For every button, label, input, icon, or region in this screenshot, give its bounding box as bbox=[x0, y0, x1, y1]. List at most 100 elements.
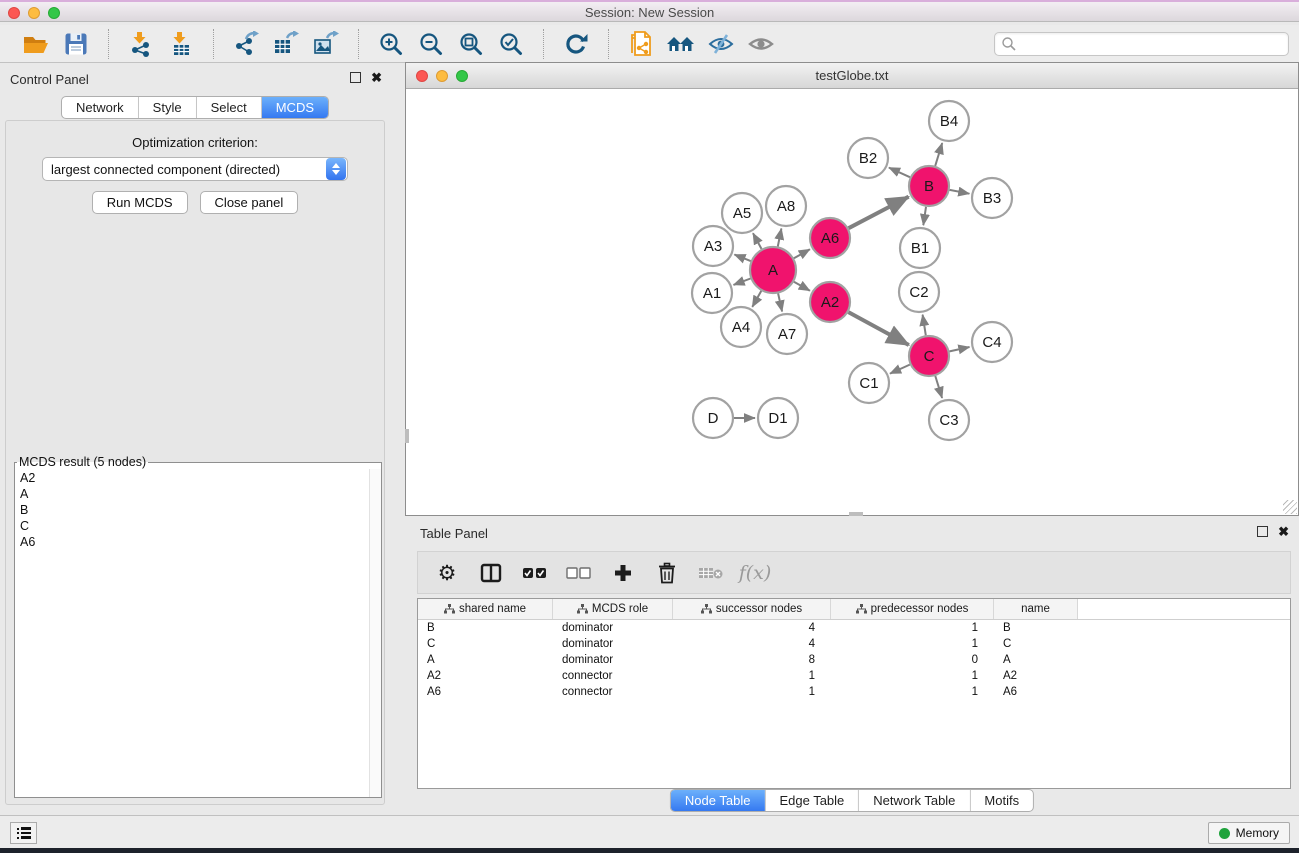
table-cell[interactable]: 1 bbox=[831, 686, 994, 698]
node-B3[interactable]: B3 bbox=[972, 178, 1012, 218]
node-A8[interactable]: A8 bbox=[766, 186, 806, 226]
table-cell[interactable]: B bbox=[418, 622, 553, 634]
node-table[interactable]: shared nameMCDS rolesuccessor nodesprede… bbox=[417, 598, 1291, 789]
column-header-name[interactable]: name bbox=[994, 599, 1078, 619]
edge-A-A1[interactable] bbox=[734, 279, 751, 285]
delete-column-button[interactable] bbox=[650, 556, 684, 590]
tab-edge-table[interactable]: Edge Table bbox=[764, 790, 858, 811]
network-from-selection-button[interactable] bbox=[621, 28, 661, 60]
table-cell[interactable]: C bbox=[994, 638, 1078, 650]
float-table-panel-button[interactable] bbox=[1257, 526, 1268, 537]
edge-A-A4[interactable] bbox=[752, 291, 761, 307]
tab-node-table[interactable]: Node Table bbox=[671, 790, 765, 811]
table-cell[interactable]: 8 bbox=[673, 654, 831, 666]
column-header-predecessor-nodes[interactable]: predecessor nodes bbox=[831, 599, 994, 619]
table-cell[interactable]: 1 bbox=[673, 670, 831, 682]
table-cell[interactable]: A bbox=[994, 654, 1078, 666]
open-session-button[interactable] bbox=[16, 28, 56, 60]
edge-C-C1[interactable] bbox=[890, 365, 910, 374]
mcds-result-item[interactable]: B bbox=[20, 502, 364, 518]
table-cell[interactable]: 1 bbox=[831, 638, 994, 650]
table-row[interactable]: Bdominator41B bbox=[418, 620, 1290, 636]
tab-network-table[interactable]: Network Table bbox=[858, 790, 969, 811]
table-cell[interactable]: 4 bbox=[673, 622, 831, 634]
mcds-result-item[interactable]: C bbox=[20, 518, 364, 534]
edge-B-B4[interactable] bbox=[935, 143, 942, 166]
memory-button[interactable]: Memory bbox=[1208, 822, 1290, 844]
table-cell[interactable]: dominator bbox=[553, 622, 673, 634]
table-cell[interactable]: A bbox=[418, 654, 553, 666]
run-mcds-button[interactable]: Run MCDS bbox=[92, 191, 188, 214]
table-row[interactable]: A2connector11A2 bbox=[418, 668, 1290, 684]
table-row[interactable]: Cdominator41C bbox=[418, 636, 1290, 652]
tab-mcds[interactable]: MCDS bbox=[261, 97, 328, 118]
edge-A-A6[interactable] bbox=[794, 249, 810, 258]
table-cell[interactable]: A6 bbox=[994, 686, 1078, 698]
destroy-table-button[interactable] bbox=[694, 556, 728, 590]
node-C4[interactable]: C4 bbox=[972, 322, 1012, 362]
close-table-panel-icon[interactable]: ✖ bbox=[1278, 526, 1289, 537]
tab-motifs[interactable]: Motifs bbox=[969, 790, 1033, 811]
table-cell[interactable]: 1 bbox=[831, 670, 994, 682]
export-network-button[interactable] bbox=[226, 28, 266, 60]
resize-grip[interactable] bbox=[1283, 500, 1297, 514]
table-cell[interactable]: 4 bbox=[673, 638, 831, 650]
table-row[interactable]: Adominator80A bbox=[418, 652, 1290, 668]
table-cell[interactable]: 1 bbox=[673, 686, 831, 698]
apply-layout-button[interactable] bbox=[556, 28, 596, 60]
node-A5[interactable]: A5 bbox=[722, 193, 762, 233]
search-input[interactable] bbox=[1017, 34, 1288, 54]
import-table-button[interactable] bbox=[161, 28, 201, 60]
node-A7[interactable]: A7 bbox=[767, 314, 807, 354]
node-A6[interactable]: A6 bbox=[810, 218, 850, 258]
node-A3[interactable]: A3 bbox=[693, 226, 733, 266]
zoom-out-button[interactable] bbox=[411, 28, 451, 60]
node-B2[interactable]: B2 bbox=[848, 138, 888, 178]
export-image-button[interactable] bbox=[306, 28, 346, 60]
edge-A2-C[interactable] bbox=[848, 312, 908, 345]
edge-A-A8[interactable] bbox=[778, 229, 782, 247]
tab-style[interactable]: Style bbox=[138, 97, 196, 118]
table-cell[interactable]: A2 bbox=[994, 670, 1078, 682]
table-cell[interactable]: C bbox=[418, 638, 553, 650]
save-session-button[interactable] bbox=[56, 28, 96, 60]
mcds-result-item[interactable]: A2 bbox=[20, 470, 364, 486]
mcds-result-item[interactable]: A6 bbox=[20, 534, 364, 550]
node-C1[interactable]: C1 bbox=[849, 363, 889, 403]
node-C[interactable]: C bbox=[909, 336, 949, 376]
node-B1[interactable]: B1 bbox=[900, 228, 940, 268]
float-panel-button[interactable] bbox=[350, 72, 361, 83]
edge-B-B1[interactable] bbox=[923, 207, 926, 225]
function-builder-button[interactable]: f(x) bbox=[738, 556, 772, 590]
tab-network[interactable]: Network bbox=[62, 97, 138, 118]
node-A1[interactable]: A1 bbox=[692, 273, 732, 313]
zoom-fit-button[interactable] bbox=[451, 28, 491, 60]
node-C2[interactable]: C2 bbox=[899, 272, 939, 312]
criterion-dropdown[interactable]: largest connected component (directed) bbox=[42, 157, 348, 181]
result-scrollbar[interactable] bbox=[369, 469, 381, 797]
table-cell[interactable]: 1 bbox=[831, 622, 994, 634]
node-D1[interactable]: D1 bbox=[758, 398, 798, 438]
zoom-in-button[interactable] bbox=[371, 28, 411, 60]
table-settings-button[interactable]: ⚙ bbox=[430, 556, 464, 590]
column-header-successor-nodes[interactable]: successor nodes bbox=[673, 599, 831, 619]
search-field[interactable] bbox=[994, 32, 1289, 56]
edge-A-A2[interactable] bbox=[794, 282, 810, 291]
zoom-selected-button[interactable] bbox=[491, 28, 531, 60]
hide-details-button[interactable] bbox=[701, 28, 741, 60]
edge-A-A5[interactable] bbox=[753, 233, 762, 249]
table-cell[interactable]: connector bbox=[553, 686, 673, 698]
edge-A-A7[interactable] bbox=[778, 293, 782, 311]
node-A4[interactable]: A4 bbox=[721, 307, 761, 347]
table-cell[interactable]: connector bbox=[553, 670, 673, 682]
node-A2[interactable]: A2 bbox=[810, 282, 850, 322]
table-cell[interactable]: A2 bbox=[418, 670, 553, 682]
close-panel-icon[interactable]: ✖ bbox=[371, 72, 382, 83]
tab-select[interactable]: Select bbox=[196, 97, 261, 118]
edge-A6-B[interactable] bbox=[849, 197, 909, 229]
close-panel-button[interactable]: Close panel bbox=[200, 191, 299, 214]
mcds-result-item[interactable]: A bbox=[20, 486, 364, 502]
table-cell[interactable]: B bbox=[994, 622, 1078, 634]
table-cell[interactable]: dominator bbox=[553, 654, 673, 666]
edge-C-C3[interactable] bbox=[935, 376, 942, 398]
